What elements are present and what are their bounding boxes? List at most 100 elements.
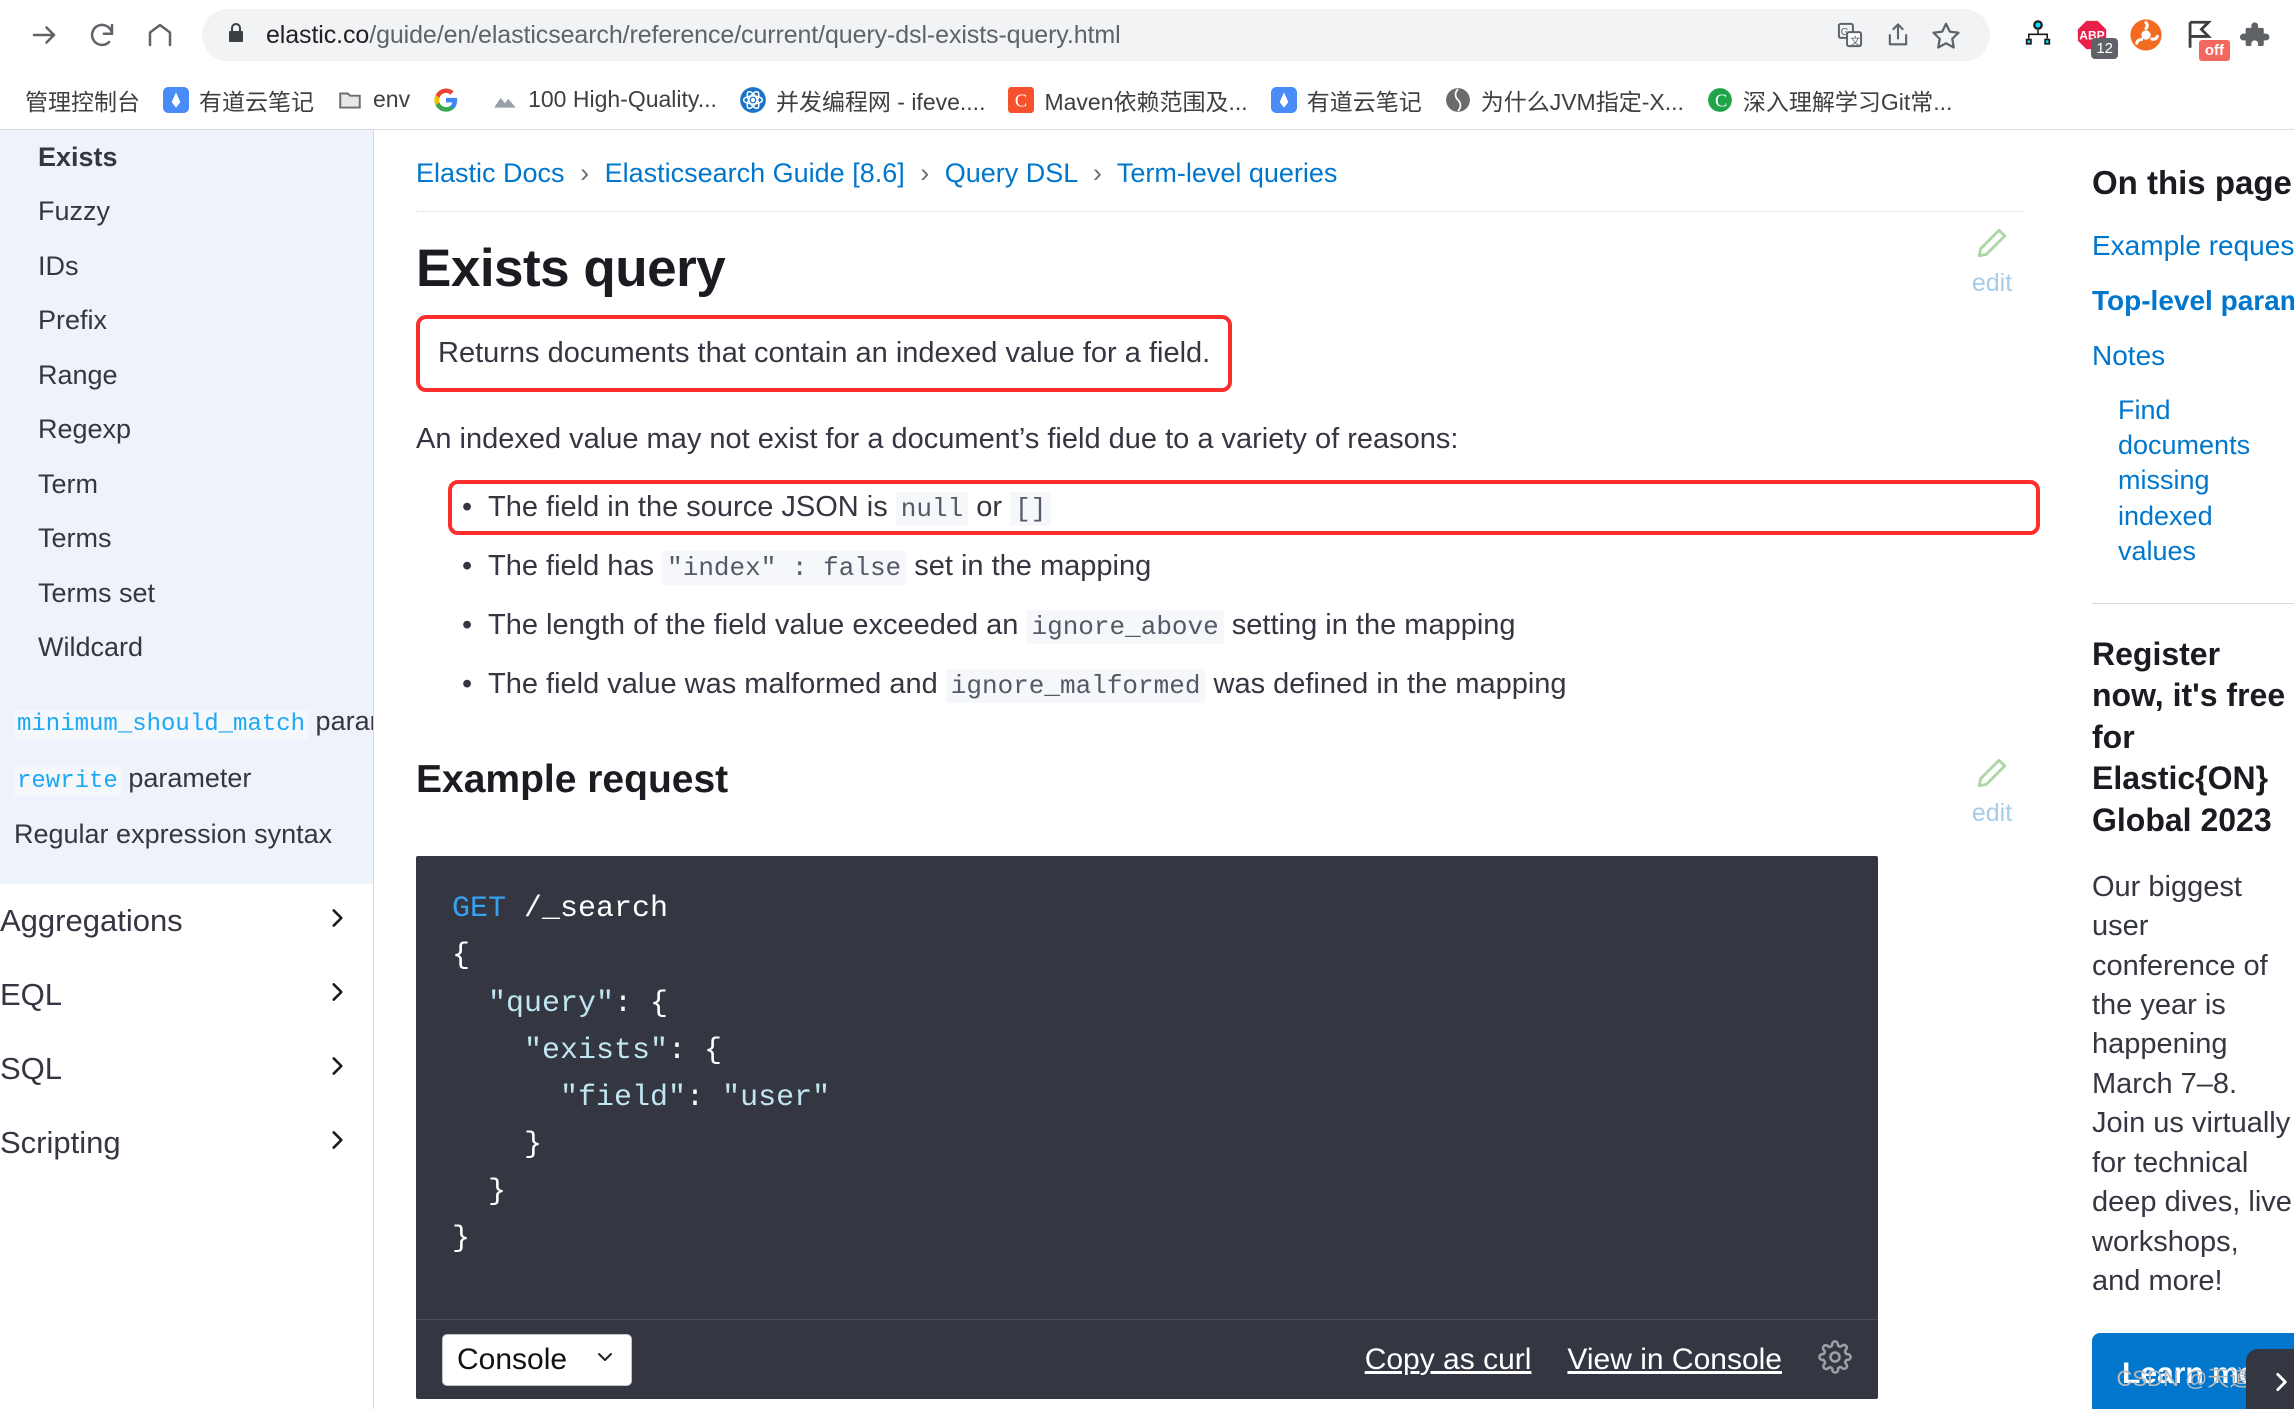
code-actions: Copy as curl View in Console bbox=[1365, 1340, 1852, 1379]
sidebar-item-wildcard[interactable]: Wildcard bbox=[0, 620, 374, 674]
breadcrumb-item-term-level-queries[interactable]: Term-level queries bbox=[1117, 158, 1338, 188]
code-token: : bbox=[686, 1080, 723, 1115]
star-icon[interactable] bbox=[1924, 13, 1968, 57]
chevron-right-icon bbox=[2268, 1369, 2294, 1400]
toc-link-example-request[interactable]: Example request bbox=[2092, 228, 2294, 265]
lock-icon bbox=[224, 21, 248, 50]
sitemap-extension-icon[interactable] bbox=[2016, 13, 2060, 57]
sidebar-code-label: minimum_should_match bbox=[14, 710, 309, 740]
lede-annotated: Returns documents that contain an indexe… bbox=[416, 315, 1233, 392]
google-icon bbox=[432, 86, 460, 114]
intro-text: An indexed value may not exist for a doc… bbox=[416, 422, 1459, 455]
sidebar-item-regexp[interactable]: Regexp bbox=[0, 402, 374, 456]
bookmark-item[interactable]: 管理控制台 bbox=[14, 77, 151, 123]
rail-divider bbox=[2092, 602, 2294, 604]
code-content: GET /_search { "query": { "exists": { "f… bbox=[416, 856, 1878, 1289]
sidebar-section-label: Aggregations bbox=[0, 902, 183, 938]
code-token: "exists" bbox=[452, 1033, 669, 1068]
bookmark-label: 并发编程网 - ifeve.... bbox=[775, 88, 986, 115]
sidebar-item-term[interactable]: Term bbox=[0, 457, 374, 511]
code-token: "field" bbox=[452, 1080, 687, 1115]
inline-code: null bbox=[895, 491, 969, 526]
copy-as-curl-link[interactable]: Copy as curl bbox=[1365, 1343, 1532, 1377]
flag-badge-off: off bbox=[2198, 40, 2230, 61]
c-green-icon: C bbox=[1706, 86, 1734, 114]
pencil-icon bbox=[1960, 756, 2024, 795]
sidebar-item-fuzzy[interactable]: Fuzzy bbox=[0, 184, 374, 238]
bookmark-item[interactable]: C Maven依赖范围及... bbox=[996, 77, 1258, 123]
sidebar-section-eql[interactable]: EQL bbox=[0, 958, 374, 1032]
adblock-badge-count: 12 bbox=[2091, 38, 2118, 59]
share-icon[interactable] bbox=[1876, 13, 1920, 57]
sidebar-item-terms-set[interactable]: Terms set bbox=[0, 566, 374, 620]
gear-icon[interactable] bbox=[1818, 1340, 1852, 1379]
flag-extension-icon[interactable]: off bbox=[2178, 13, 2230, 61]
page-body: Exists Fuzzy IDs Prefix Range Regexp Ter… bbox=[0, 130, 2294, 1409]
chevron-right-icon bbox=[324, 1051, 350, 1087]
code-toolbar: Console Copy as curl View in Console bbox=[416, 1319, 1878, 1399]
sidebar-section-sql[interactable]: SQL bbox=[0, 1032, 374, 1106]
reload-icon[interactable] bbox=[76, 9, 128, 61]
code-token: } bbox=[452, 1174, 507, 1209]
sidebar-item-terms[interactable]: Terms bbox=[0, 511, 374, 565]
sidebar-item-ids[interactable]: IDs bbox=[0, 239, 374, 293]
bookmark-item[interactable]: 并发编程网 - ifeve.... bbox=[728, 77, 997, 123]
language-select[interactable]: Console bbox=[442, 1333, 633, 1386]
bookmark-item[interactable] bbox=[421, 80, 480, 120]
reason-text: The field in the source JSON is bbox=[488, 490, 896, 523]
bookmark-label: 为什么JVM指定-X... bbox=[1480, 88, 1684, 115]
home-icon[interactable] bbox=[134, 9, 186, 61]
bookmark-label: 有道云笔记 bbox=[199, 88, 314, 115]
translate-icon[interactable]: G文 bbox=[1828, 13, 1872, 57]
bookmark-item[interactable]: 为什么JVM指定-X... bbox=[1433, 77, 1695, 123]
adblock-extension-icon[interactable]: ABP 12 bbox=[2070, 13, 2118, 59]
scroll-to-top-button[interactable] bbox=[2246, 1349, 2294, 1409]
inline-code: "index" : false bbox=[662, 550, 907, 585]
omnibox-actions: G文 bbox=[1816, 13, 1968, 57]
sidebar-item-prefix[interactable]: Prefix bbox=[0, 293, 374, 347]
promo-title: Register now, it's free for Elastic{ON} … bbox=[2092, 635, 2286, 839]
sidebar-section-aggregations[interactable]: Aggregations bbox=[0, 884, 374, 958]
code-token: } bbox=[452, 1127, 543, 1162]
breadcrumb-item-elasticsearch-guide[interactable]: Elasticsearch Guide [8.6] bbox=[605, 158, 905, 188]
breadcrumb-separator: › bbox=[1092, 158, 1102, 188]
sidebar-item-exists[interactable]: Exists bbox=[0, 130, 374, 184]
bookmark-label: 有道云笔记 bbox=[1306, 88, 1422, 115]
page-title: Exists query bbox=[416, 239, 726, 298]
breadcrumb-item-query-dsl[interactable]: Query DSL bbox=[945, 158, 1078, 188]
inline-code: [] bbox=[1010, 491, 1052, 526]
reason-text: setting in the mapping bbox=[1223, 608, 1516, 641]
orange-extension-icon[interactable] bbox=[2124, 13, 2168, 57]
sidebar-highlighted-group: Exists Fuzzy IDs Prefix Range Regexp Ter… bbox=[0, 130, 374, 884]
sidebar-section-label: EQL bbox=[0, 976, 63, 1012]
address-bar[interactable]: elastic.co/guide/en/elasticsearch/refere… bbox=[202, 9, 1990, 61]
view-in-console-link[interactable]: View in Console bbox=[1567, 1343, 1782, 1377]
youdao-icon bbox=[162, 86, 190, 114]
reason-list: The field in the source JSON is null or … bbox=[416, 478, 2040, 715]
section-title-example-request: Example request bbox=[416, 758, 729, 802]
inline-code: ignore_malformed bbox=[945, 669, 1206, 704]
bookmark-item[interactable]: 100 High-Quality... bbox=[480, 80, 728, 120]
sidebar-item-regular-expression-syntax[interactable]: Regular expression syntax bbox=[0, 807, 374, 861]
toc-sublink-find-documents-missing[interactable]: Find documents missing indexed values bbox=[2118, 393, 2294, 568]
edit-section-link[interactable]: edit bbox=[1960, 714, 2024, 826]
toc-link-top-level-parameters[interactable]: Top-level parameters for exists bbox=[2092, 283, 2294, 320]
edit-label: edit bbox=[1971, 799, 2013, 828]
bookmark-item[interactable]: 有道云笔记 bbox=[151, 77, 325, 123]
toc-link-notes[interactable]: Notes bbox=[2092, 338, 2294, 375]
bookmark-item[interactable]: C 深入理解学习Git常... bbox=[1695, 77, 1964, 123]
lede-text: Returns documents that contain an indexe… bbox=[438, 337, 1211, 369]
forward-arrow-icon[interactable] bbox=[18, 9, 70, 61]
sidebar-item-range[interactable]: Range bbox=[0, 348, 374, 402]
bookmark-label: 深入理解学习Git常... bbox=[1742, 88, 1953, 115]
breadcrumb-item-elastic-docs[interactable]: Elastic Docs bbox=[416, 158, 565, 188]
edit-page-link[interactable]: edit bbox=[1960, 212, 2024, 296]
sidebar-item-minimum-should-match[interactable]: minimum_should_match parameter bbox=[0, 694, 374, 750]
reason-text: was defined in the mapping bbox=[1205, 668, 1567, 701]
sidebar-section-scripting[interactable]: Scripting bbox=[0, 1106, 374, 1180]
bookmark-item[interactable]: env bbox=[325, 80, 421, 120]
sidebar-item-rewrite[interactable]: rewrite parameter bbox=[0, 751, 374, 807]
reason-text: or bbox=[968, 490, 1011, 523]
puzzle-icon[interactable] bbox=[2232, 13, 2276, 57]
bookmark-item[interactable]: 有道云笔记 bbox=[1259, 77, 1433, 123]
